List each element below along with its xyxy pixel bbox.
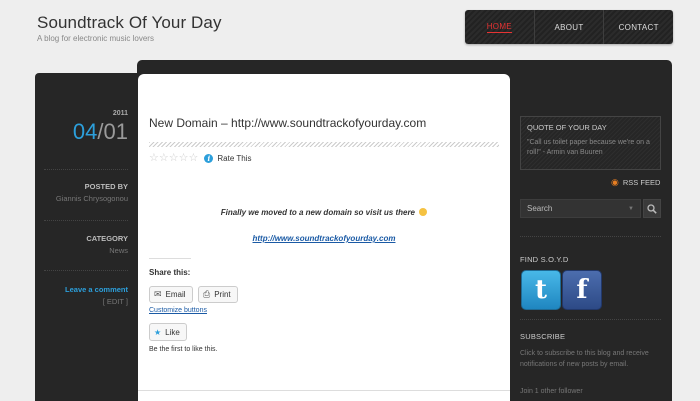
subscribe-heading: SUBSCRIBE xyxy=(520,332,566,341)
post-body: Finally we moved to a new domain so visi… xyxy=(149,208,499,217)
rss-feed-link[interactable]: ◉ RSS FEED xyxy=(611,177,660,188)
post-category[interactable]: News xyxy=(109,246,128,255)
like-button[interactable]: ★ Like xyxy=(149,323,187,341)
divider xyxy=(138,390,510,391)
star-icon[interactable]: ☆ xyxy=(189,153,199,164)
twitter-icon: t xyxy=(534,275,547,305)
divider xyxy=(520,236,661,237)
post-year: 2011 xyxy=(112,110,128,117)
divider xyxy=(44,220,128,221)
rate-this-label[interactable]: Rate This xyxy=(217,154,251,163)
edit-link[interactable]: [ EDIT ] xyxy=(103,297,128,306)
post-body-text: Finally we moved to a new domain so visi… xyxy=(220,208,416,217)
site-title[interactable]: Soundtrack Of Your Day xyxy=(37,13,222,33)
category-label: CATEGORY xyxy=(86,234,128,243)
nav-contact[interactable]: CONTACT xyxy=(604,10,673,44)
rss-label: RSS FEED xyxy=(622,178,661,187)
nav-about-label: ABOUT xyxy=(554,22,584,32)
site-tagline: A blog for electronic music lovers xyxy=(37,34,154,43)
posted-by-label: POSTED BY xyxy=(84,182,128,191)
print-share-label: Print xyxy=(214,290,231,299)
printer-icon: ⎙ xyxy=(203,289,211,299)
post-body-link[interactable]: http://www.soundtrackofyourday.com xyxy=(149,234,499,243)
print-share-button[interactable]: ⎙ Print xyxy=(198,286,238,303)
share-title: Share this: xyxy=(149,268,191,277)
search-button[interactable] xyxy=(643,199,661,218)
leave-comment-link[interactable]: Leave a comment xyxy=(65,285,128,294)
nav-home[interactable]: HOME xyxy=(465,10,535,44)
star-icon[interactable]: ☆ xyxy=(149,153,159,164)
rss-icon: ◉ xyxy=(611,177,619,187)
nav-home-label: HOME xyxy=(486,21,512,33)
title-divider xyxy=(149,142,499,147)
star-icon[interactable]: ☆ xyxy=(169,153,179,164)
chevron-down-icon: ▼ xyxy=(628,205,634,212)
post-author[interactable]: Giannis Chrysogonou xyxy=(56,194,128,203)
search-input[interactable] xyxy=(527,204,627,213)
customize-buttons-link[interactable]: Customize buttons xyxy=(149,307,207,314)
post-day: 01 xyxy=(103,119,128,144)
share-divider xyxy=(149,258,191,259)
quote-widget: QUOTE OF YOUR DAY "Call us toilet paper … xyxy=(520,116,661,170)
quote-text: "Call us toilet paper because we're on a… xyxy=(527,139,650,157)
like-label: Like xyxy=(165,327,180,337)
search-box: ▼ xyxy=(520,199,641,218)
twitter-link[interactable]: t xyxy=(521,270,561,310)
star-icon[interactable]: ☆ xyxy=(179,153,189,164)
facebook-icon: f xyxy=(576,275,588,305)
star-icon[interactable]: ☆ xyxy=(159,153,169,164)
post-month: 04 xyxy=(72,119,98,144)
nav-contact-label: CONTACT xyxy=(618,22,659,32)
nav-about[interactable]: ABOUT xyxy=(535,10,605,44)
envelope-icon: ✉ xyxy=(154,289,162,299)
quote-title: QUOTE OF YOUR DAY xyxy=(527,123,607,132)
facebook-link[interactable]: f xyxy=(562,270,602,310)
find-heading: FIND S.O.Y.D xyxy=(520,255,569,264)
email-share-button[interactable]: ✉ Email xyxy=(149,286,193,303)
email-share-label: Email xyxy=(165,290,186,299)
search-icon xyxy=(647,203,657,214)
star-icon: ★ xyxy=(154,327,162,337)
subscribe-text: Click to subscribe to this blog and rece… xyxy=(520,350,649,368)
first-like-text: Be the first to like this. xyxy=(149,346,218,353)
top-navigation: HOME ABOUT CONTACT xyxy=(465,10,673,44)
divider xyxy=(44,270,128,271)
divider xyxy=(520,319,661,320)
smiley-icon xyxy=(419,208,428,216)
post-date: 2011 04/01 xyxy=(35,110,136,145)
post-title[interactable]: New Domain – http://www.soundtrackofyour… xyxy=(149,116,426,130)
divider xyxy=(44,169,128,170)
rating-widget: ☆ ☆ ☆ ☆ ☆ i Rate This xyxy=(149,153,251,164)
follower-count: Join 1 other follower xyxy=(520,388,583,395)
info-icon[interactable]: i xyxy=(204,154,214,163)
post-month-day: 04/01 xyxy=(35,119,128,145)
